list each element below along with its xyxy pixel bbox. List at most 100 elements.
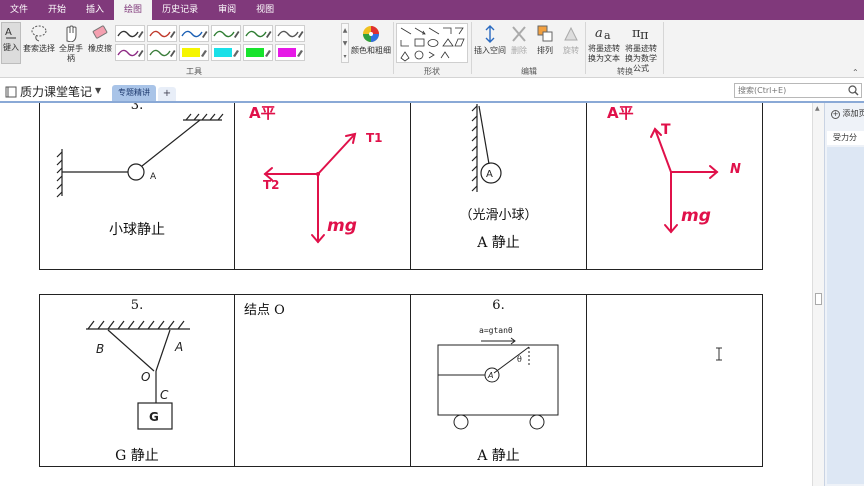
pen-swatch[interactable] xyxy=(179,44,209,61)
cell-6-answer[interactable] xyxy=(586,294,763,467)
cell-5[interactable]: 5. B A O C G G 静止 xyxy=(39,294,235,467)
diagram-ball-hanging: A xyxy=(56,113,224,198)
add-page-button[interactable]: + 添加页 xyxy=(831,108,864,119)
notebook-bar: 质力课堂笔记 ▼ 专题精讲 + 搜索(Ctrl+E) xyxy=(0,79,864,103)
type-button[interactable]: A 键入 xyxy=(1,22,21,64)
rotate-button[interactable]: 旋转 xyxy=(560,24,582,56)
scrollbar-thumb[interactable] xyxy=(815,293,822,305)
onenote-window: 文件 开始 插入 绘图 历史记录 审阅 视图 A 键入 套索选择 全屏手柄 橡皮… xyxy=(0,0,864,486)
pen-gallery-scroll[interactable]: ▲ ▼ ▾ xyxy=(341,23,349,63)
point-c-label: C xyxy=(160,388,169,402)
cell-4-answer[interactable]: A平 T N mg xyxy=(586,103,763,270)
ink-to-math-icon: ππ xyxy=(632,26,649,42)
pan-label: 全屏手柄 xyxy=(59,44,83,63)
shapes-group-label: 形状 xyxy=(424,67,440,76)
ink-to-text-button[interactable]: aa 将墨迹转换为文本 xyxy=(588,22,620,64)
caption: A 静止 xyxy=(477,235,520,251)
page-list-panel: + 添加页 受力分 xyxy=(824,103,864,486)
add-page-label: 添加页 xyxy=(842,109,864,118)
separator xyxy=(585,22,586,74)
shapes-gallery[interactable] xyxy=(396,23,468,63)
tools-group-label: 工具 xyxy=(186,67,202,76)
tab-insert[interactable]: 插入 xyxy=(76,0,114,20)
pen-swatch[interactable] xyxy=(147,44,177,61)
tab-home[interactable]: 开始 xyxy=(38,0,76,20)
pen-swatch[interactable] xyxy=(115,44,145,61)
cell-4[interactable]: 4. A （光滑小球） A 静止 xyxy=(410,103,587,270)
add-icon: + xyxy=(831,110,840,119)
color-thickness-button[interactable]: 颜色和粗细 xyxy=(350,24,392,56)
cell-3[interactable]: 3. A 小球静止 xyxy=(39,103,235,270)
caption: G 静止 xyxy=(115,448,159,464)
force-diagram-4 xyxy=(650,127,719,234)
pen-swatch[interactable] xyxy=(275,25,305,42)
text-cursor-icon xyxy=(716,347,722,361)
hand-icon xyxy=(66,25,77,42)
diagram-knot: B A O C G xyxy=(86,320,190,430)
cell-3-answer[interactable]: A平 T1 T2 mg xyxy=(234,103,411,270)
ink-to-text-label: 将墨迹转换为文本 xyxy=(588,44,620,63)
section-tab[interactable]: 专题精讲 xyxy=(112,85,156,101)
expand-icon[interactable] xyxy=(807,112,808,122)
pen-swatch[interactable] xyxy=(211,25,241,42)
page-list-item[interactable]: 受力分 xyxy=(827,131,864,145)
theta-label: θ xyxy=(517,355,522,364)
search-icon[interactable] xyxy=(848,85,859,96)
point-a-label: A xyxy=(174,340,183,354)
vertical-scrollbar[interactable]: ▲ xyxy=(812,103,824,486)
force-t1-label: T1 xyxy=(366,131,383,145)
delete-label: 删除 xyxy=(511,46,527,55)
caption: 小球静止 xyxy=(109,222,165,238)
lasso-icon xyxy=(31,25,47,42)
collapse-ribbon-icon[interactable]: ⌃ xyxy=(852,68,859,77)
force-n-label: N xyxy=(730,162,741,177)
tab-draw[interactable]: 绘图 xyxy=(114,0,153,20)
delete-icon xyxy=(512,26,526,42)
diagram-cart: a=gtanθ θ A xyxy=(437,326,559,430)
caption: A 静止 xyxy=(477,448,520,464)
point-a-label: A xyxy=(150,172,157,182)
color-wheel-icon xyxy=(363,26,379,42)
pen-swatch[interactable] xyxy=(243,25,273,42)
cell-5-answer[interactable]: 结点 O xyxy=(234,294,411,467)
tab-review[interactable]: 审阅 xyxy=(208,0,246,20)
pen-swatch[interactable] xyxy=(275,44,305,61)
pen-swatch[interactable] xyxy=(243,44,273,61)
add-section-tab[interactable]: + xyxy=(158,87,176,101)
pan-hand-button[interactable]: 全屏手柄 xyxy=(56,24,86,64)
notebook-name[interactable]: 质力课堂笔记 xyxy=(20,83,92,100)
tab-view[interactable]: 视图 xyxy=(246,0,284,20)
ball-a-label: A xyxy=(486,169,493,180)
eraser-button[interactable]: 橡皮擦 xyxy=(87,24,113,54)
table-row2: 5. B A O C G G 静止 结点 O 6. a=gtanθ θ A A … xyxy=(39,294,763,467)
ink-to-text-icon: aa xyxy=(595,26,611,42)
cell-6[interactable]: 6. a=gtanθ θ A A 静止 xyxy=(410,294,587,467)
svg-text:a: a xyxy=(604,29,611,42)
separator xyxy=(471,22,472,74)
notebook-dropdown-icon[interactable]: ▼ xyxy=(95,86,101,95)
force-mg-label: mg xyxy=(681,206,711,226)
arrange-button[interactable]: 排列 xyxy=(532,24,558,56)
scroll-up-icon[interactable]: ▲ xyxy=(815,105,820,112)
delete-button[interactable]: 删除 xyxy=(508,24,530,56)
force-t2-label: T2 xyxy=(263,178,280,192)
eraser-label: 橡皮擦 xyxy=(88,44,112,53)
point-o-label: O xyxy=(141,370,150,384)
tab-file[interactable]: 文件 xyxy=(0,0,38,20)
search-input[interactable]: 搜索(Ctrl+E) xyxy=(734,83,862,98)
lasso-label: 套索选择 xyxy=(23,44,55,53)
tab-history[interactable]: 历史记录 xyxy=(152,0,208,20)
pen-swatch[interactable] xyxy=(211,44,241,61)
weight-g-label: G xyxy=(149,410,159,424)
pen-swatch[interactable] xyxy=(115,25,145,42)
convert-group-label: 转换 xyxy=(617,67,633,76)
text-cursor-icon: A xyxy=(5,27,16,39)
knot-o-heading: 结点 O xyxy=(244,303,285,318)
page-canvas[interactable]: 3. A 小球静止 A平 T1 T2 mg A （光滑小球） A 静止 A平 T… xyxy=(0,103,808,486)
pen-swatch[interactable] xyxy=(179,25,209,42)
pen-swatch[interactable] xyxy=(147,25,177,42)
lasso-select-button[interactable]: 套索选择 xyxy=(23,24,55,54)
insert-space-button[interactable]: 插入空间 xyxy=(474,24,506,56)
svg-text:a: a xyxy=(595,26,603,41)
type-label: 键入 xyxy=(3,43,19,52)
